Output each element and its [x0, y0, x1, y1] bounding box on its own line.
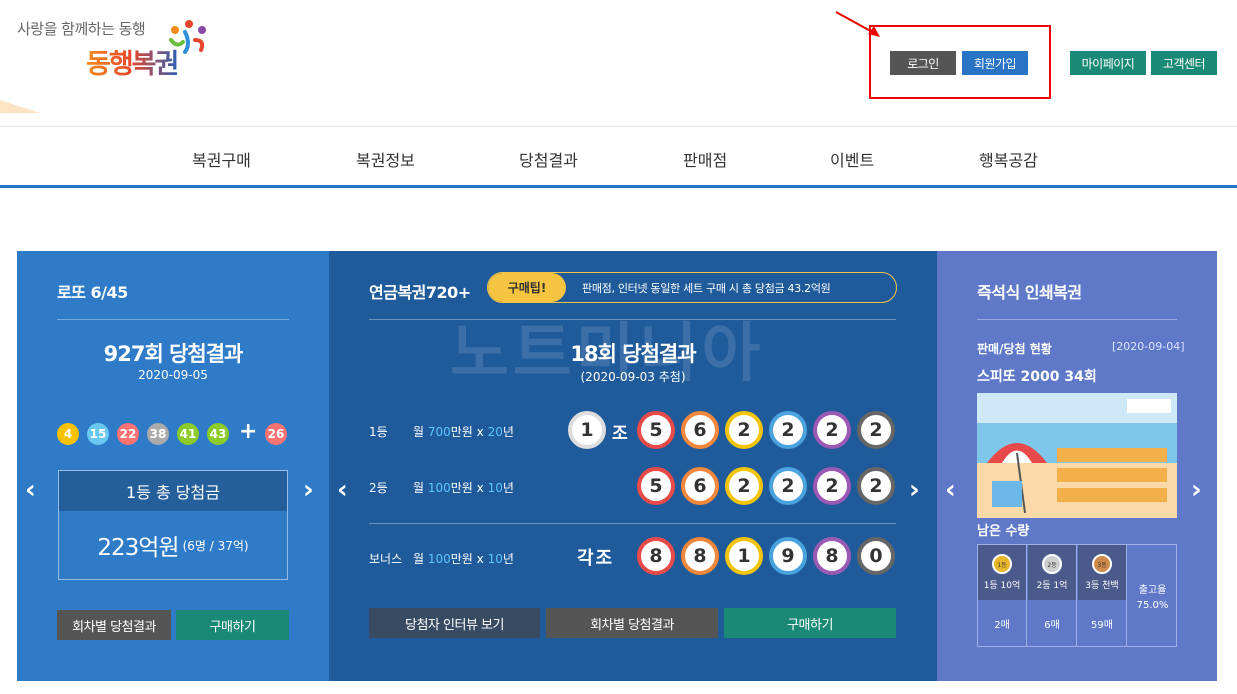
pension-number-ball: 5: [637, 467, 675, 505]
prize-label: 1등 총 당첨금: [59, 471, 287, 511]
lotto-ball: 22: [117, 423, 139, 445]
lotto-ball: 43: [207, 423, 229, 445]
medal-icon: 3등: [1092, 554, 1112, 574]
lotto-buy-button[interactable]: 구매하기: [176, 610, 289, 640]
lotto-prev-icon[interactable]: ‹: [25, 475, 36, 505]
pension-number-ball: 8: [813, 537, 851, 575]
pension-number-ball: 5: [637, 411, 675, 449]
pension-number-ball: 2: [813, 411, 851, 449]
rate-value: 75.0%: [1136, 599, 1169, 611]
each-jo-label: 각조: [577, 548, 615, 569]
lotto-title: 로또 6/45: [57, 283, 128, 302]
pension-number-ball: 0: [857, 537, 895, 575]
interview-button[interactable]: 당첨자 인터뷰 보기: [369, 608, 540, 638]
instant-title: 즉석식 인쇄복권: [977, 283, 1082, 302]
tier-count: 2매: [994, 619, 1010, 631]
nav-events[interactable]: 이벤트: [830, 147, 874, 171]
pension-prev-icon[interactable]: ‹: [337, 475, 348, 505]
spitto-ticket-image[interactable]: [977, 393, 1177, 518]
nav-stores[interactable]: 판매점: [683, 147, 727, 171]
nav-info[interactable]: 복권정보: [356, 147, 415, 171]
plus-sign: +: [239, 419, 258, 444]
tier-column: 1등 1등 10억 2매: [978, 545, 1027, 646]
header: 사랑을 함께하는 동행 동행복권 로그인 회원가입 마이페이지 고객센터: [0, 0, 1237, 127]
bonus-label: 보너스: [369, 552, 403, 566]
prize-amount: 223억원: [97, 535, 179, 561]
pension-results-button[interactable]: 회차별 당첨결과: [546, 608, 718, 638]
tier-count: 59매: [1091, 619, 1113, 631]
rank2-desc: 월 100만원 x 10년: [413, 481, 514, 495]
rate-label: 출고율: [1138, 584, 1167, 596]
lotto-ball: 38: [147, 423, 169, 445]
logo-mark-icon: [169, 20, 206, 54]
pension-number-ball: 2: [769, 467, 807, 505]
game-name: 스피또 2000 34회: [977, 369, 1097, 385]
pension-number-ball: 2: [857, 411, 895, 449]
rank1-desc: 월 700만원 x 20년: [413, 425, 514, 439]
prize-box: 1등 총 당첨금 223억원 (6명 / 37억): [58, 470, 288, 580]
header-decoration: [0, 100, 40, 113]
pension-next-icon[interactable]: ›: [909, 475, 920, 505]
tier-label: 2등 1억: [1036, 581, 1068, 591]
watermark: 노트미니아: [450, 317, 765, 391]
jo-label: 조: [612, 424, 628, 444]
medal-icon: 1등: [992, 554, 1012, 574]
instant-panel: 즉석식 인쇄복권 판매/당첨 현황 [2020-09-04] 스피또 2000 …: [937, 251, 1217, 681]
pension-number-ball: 1: [725, 537, 763, 575]
support-button[interactable]: 고객센터: [1151, 51, 1217, 75]
tier-count: 6매: [1044, 619, 1060, 631]
pension-number-ball: 6: [681, 467, 719, 505]
lotto-date: 2020-09-05: [138, 368, 208, 382]
bonus-desc: 월 100만원 x 10년: [413, 552, 514, 566]
rank1-label: 1등: [369, 425, 388, 439]
pension-number-ball: 8: [681, 537, 719, 575]
login-button[interactable]: 로그인: [890, 51, 956, 75]
main-nav: 복권구매 복권정보 당첨결과 판매점 이벤트 행복공감: [0, 127, 1237, 188]
pension-number-ball: 6: [681, 411, 719, 449]
instant-prev-icon[interactable]: ‹: [945, 475, 956, 505]
pension-number-ball: 8: [637, 537, 675, 575]
tier-column: 2등 2등 1억 6매: [1028, 545, 1077, 646]
bonus-ball: 26: [265, 423, 287, 445]
jo-ball: 1: [568, 411, 606, 449]
remaining-label: 남은 수량: [977, 524, 1030, 539]
logo[interactable]: 동행복권: [86, 42, 179, 81]
status-label: 판매/당첨 현황: [977, 342, 1052, 356]
pension-title: 연금복권720+: [369, 283, 471, 302]
tier-label: 1등 10억: [983, 581, 1021, 591]
tier-column: 3등 3등 천백 59매: [1078, 545, 1127, 646]
lotto-ball: 4: [57, 423, 79, 445]
lotto-ball: 15: [87, 423, 109, 445]
tip-bar: 구매팁! 판매점, 인터넷 동일한 세트 구매 시 총 당첨금 43.2억원: [487, 272, 897, 303]
lotto-panel: 로또 6/45 927회 당첨결과 2020-09-05 4 15 22 38 41 43…: [17, 251, 329, 681]
medal-icon: 2등: [1042, 554, 1062, 574]
pension-number-ball: 2: [813, 467, 851, 505]
pension-number-ball: 2: [857, 467, 895, 505]
slogan: 사랑을 함께하는 동행: [17, 20, 146, 38]
mypage-button[interactable]: 마이페이지: [1070, 51, 1146, 75]
tip-text: 판매점, 인터넷 동일한 세트 구매 시 총 당첨금 43.2억원: [582, 281, 831, 295]
pension-number-ball: 2: [725, 467, 763, 505]
nav-results[interactable]: 당첨결과: [519, 147, 578, 171]
lotto-round-title: 927회 당첨결과: [103, 342, 244, 366]
pension-number-ball: 2: [725, 411, 763, 449]
tip-label: 구매팁!: [488, 273, 566, 302]
instant-next-icon[interactable]: ›: [1191, 475, 1202, 505]
nav-community[interactable]: 행복공감: [979, 147, 1038, 171]
tier-label: 3등 천백: [1085, 581, 1119, 591]
lotto-next-icon[interactable]: ›: [303, 475, 314, 505]
pension-number-ball: 9: [769, 537, 807, 575]
pension-buy-button[interactable]: 구매하기: [724, 608, 896, 638]
status-date: [2020-09-04]: [1112, 340, 1185, 353]
lotto-results-button[interactable]: 회차별 당첨결과: [57, 610, 171, 640]
tier-table: 1등 1등 10억 2매 2등 2등 1억 6매 3등 3등 천백 59매 출고율 75.0%: [977, 544, 1177, 647]
pension-number-ball: 2: [769, 411, 807, 449]
nav-buy[interactable]: 복권구매: [192, 147, 251, 171]
prize-detail: (6명 / 37억): [182, 538, 249, 553]
lotto-ball: 41: [177, 423, 199, 445]
rank2-label: 2등: [369, 481, 388, 495]
join-button[interactable]: 회원가입: [962, 51, 1028, 75]
rate-cell: 출고율 75.0%: [1127, 545, 1178, 646]
